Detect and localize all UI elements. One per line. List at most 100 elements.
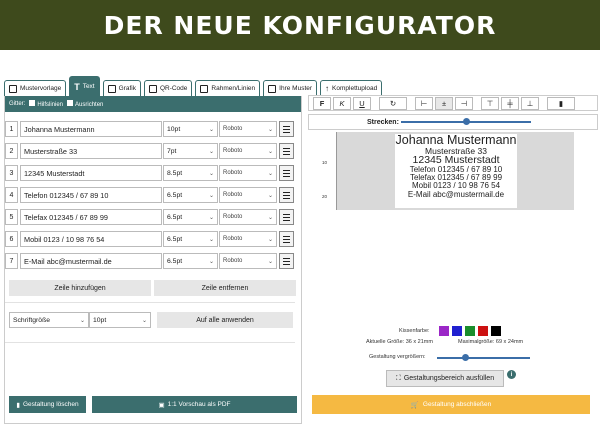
font-family-select[interactable]: Roboto ⌄ — [219, 187, 277, 203]
bold-button[interactable]: F — [313, 96, 331, 110]
font-size-select[interactable]: 10pt ⌄ — [163, 121, 218, 137]
underline-button[interactable]: U — [353, 96, 371, 110]
font-family-value: Roboto — [223, 192, 243, 198]
row-settings-icon[interactable] — [279, 121, 294, 137]
tab-komplettupload[interactable]: ↑ Komplettupload — [320, 80, 383, 96]
align-middle-icon[interactable]: ╪ — [501, 96, 519, 110]
row-text-input[interactable]: Telefon 012345 / 67 89 10 — [20, 187, 162, 203]
remove-row-button[interactable]: Zeile entfernen — [154, 280, 296, 296]
slider-knob[interactable] — [462, 118, 470, 125]
chevron-down-icon: ⌄ — [208, 126, 214, 133]
delete-design-button[interactable]: ▮ Gestaltung löschen — [9, 396, 86, 413]
rotate-icon[interactable]: ↻ — [379, 96, 407, 110]
trash-icon[interactable]: ▮ — [547, 96, 575, 110]
apply-all-button[interactable]: Auf alle anwenden — [157, 312, 293, 328]
finish-design-button[interactable]: 🛒 Gestaltung abschließen — [312, 395, 590, 414]
align-bottom-icon[interactable]: ⊥ — [521, 96, 539, 110]
row-number: 3 — [5, 165, 18, 181]
font-family-value: Roboto — [223, 126, 243, 132]
chevron-down-icon: ⌄ — [267, 126, 273, 133]
font-size-select[interactable]: 6.5pt ⌄ — [163, 187, 218, 203]
row-text-input[interactable]: Mobil 0123 / 10 98 76 54 — [20, 231, 162, 247]
pdf-icon: ▣ — [158, 401, 165, 409]
ausrichten-option[interactable]: Ausrichten — [67, 100, 103, 108]
text-row: 7 E-Mail abc@mustermail.de 6.5pt ⌄ Roboto… — [5, 253, 294, 269]
font-size-select[interactable]: 6.5pt ⌄ — [163, 253, 218, 269]
font-family-select[interactable]: Roboto ⌄ — [219, 121, 277, 137]
color-swatch[interactable] — [465, 326, 475, 336]
ausrichten-checkbox[interactable] — [67, 100, 74, 106]
font-size-select[interactable]: 6.5pt ⌄ — [163, 231, 218, 247]
bulk-value-select[interactable]: 10pt ⌄ — [89, 312, 151, 328]
chevron-down-icon: ⌄ — [267, 148, 273, 155]
color-swatch[interactable] — [478, 326, 488, 336]
row-settings-icon[interactable] — [279, 231, 294, 247]
font-size-value: 6.5pt — [167, 235, 183, 243]
row-text-input[interactable]: 12345 Musterstadt — [20, 165, 162, 181]
tab-grafik[interactable]: Grafik — [102, 80, 141, 96]
align-right-icon[interactable]: ⊣ — [455, 96, 473, 110]
font-family-select[interactable]: Roboto ⌄ — [219, 253, 277, 269]
font-family-value: Roboto — [223, 214, 243, 220]
fill-area-button[interactable]: ⛶ Gestaltungsbereich ausfüllen — [386, 370, 504, 387]
hilfslinien-option[interactable]: Hilfslinien — [29, 100, 63, 108]
page-banner: DER NEUE KONFIGURATOR — [0, 0, 600, 50]
preview-line: Johanna Mustermann — [395, 133, 517, 147]
align-top-icon[interactable]: ⊤ — [481, 96, 499, 110]
tab-rahmen-linien[interactable]: Rahmen/Linien — [195, 80, 261, 96]
row-number: 5 — [5, 209, 18, 225]
row-settings-icon[interactable] — [279, 253, 294, 269]
tab-mustervorlage[interactable]: Mustervorlage — [4, 80, 67, 96]
row-text-input[interactable]: Musterstraße 33 — [20, 143, 162, 159]
align-left-icon[interactable]: ⊢ — [415, 96, 433, 110]
tab-qr-code[interactable]: QR-Code — [143, 80, 193, 96]
tab-text[interactable]: T Text — [69, 76, 100, 96]
pad-color-label: Kissenfarbe: — [399, 328, 430, 334]
font-size-select[interactable]: 8.5pt ⌄ — [163, 165, 218, 181]
preview-pdf-button[interactable]: ▣ 1:1 Vorschau als PDF — [92, 396, 297, 413]
ruler-tick-label: 20 — [322, 194, 328, 199]
stamp-preview[interactable]: Johanna Mustermann Musterstraße 33 12345 M… — [395, 134, 517, 208]
grid-label: Gitter: — [9, 101, 26, 107]
bulk-property-select[interactable]: Schriftgröße ⌄ — [9, 312, 89, 328]
add-row-button[interactable]: Zeile hinzufügen — [9, 280, 151, 296]
row-text-input[interactable]: E-Mail abc@mustermail.de — [20, 253, 162, 269]
ruler — [336, 132, 337, 210]
color-swatch[interactable] — [452, 326, 462, 336]
current-size-text: Aktuelle Größe: 36 x 21mm — [366, 339, 433, 345]
slider-knob[interactable] — [461, 354, 469, 361]
row-text-input[interactable]: Johanna Mustermann — [20, 121, 162, 137]
row-text-input[interactable]: Telefax 012345 / 67 89 99 — [20, 209, 162, 225]
text-row: 5 Telefax 012345 / 67 89 99 6.5pt ⌄ Robot… — [5, 209, 294, 225]
hilfslinien-label: Hilfslinien — [37, 102, 64, 108]
align-center-icon[interactable]: ± — [435, 96, 453, 110]
preview-pdf-label: 1:1 Vorschau als PDF — [167, 401, 231, 408]
row-settings-icon[interactable] — [279, 143, 294, 159]
fill-area-label: Gestaltungsbereich ausfüllen — [403, 375, 495, 382]
upload-icon: ↑ — [325, 84, 330, 93]
stretch-control: Strecken: — [308, 114, 598, 130]
font-size-select[interactable]: 7pt ⌄ — [163, 143, 218, 159]
font-size-select[interactable]: 6.5pt ⌄ — [163, 209, 218, 225]
hilfslinien-checkbox[interactable] — [29, 100, 36, 106]
color-swatch[interactable] — [439, 326, 449, 336]
font-size-value: 6.5pt — [167, 213, 183, 221]
chevron-down-icon: ⌄ — [267, 236, 273, 243]
font-family-select[interactable]: Roboto ⌄ — [219, 165, 277, 181]
font-family-select[interactable]: Roboto ⌄ — [219, 209, 277, 225]
font-family-select[interactable]: Roboto ⌄ — [219, 143, 277, 159]
grid-icon — [9, 84, 17, 93]
color-swatch[interactable] — [491, 326, 501, 336]
enlarge-slider[interactable] — [437, 354, 530, 361]
tab-label: Text — [82, 83, 95, 90]
stretch-slider[interactable] — [400, 118, 531, 125]
row-settings-icon[interactable] — [279, 165, 294, 181]
info-icon[interactable]: i — [507, 370, 516, 379]
cart-icon: 🛒 — [410, 401, 419, 409]
row-settings-icon[interactable] — [279, 187, 294, 203]
row-number: 4 — [5, 187, 18, 203]
tab-ihre-muster[interactable]: Ihre Muster — [263, 80, 318, 96]
row-settings-icon[interactable] — [279, 209, 294, 225]
italic-button[interactable]: K — [333, 96, 351, 110]
font-family-select[interactable]: Roboto ⌄ — [219, 231, 277, 247]
